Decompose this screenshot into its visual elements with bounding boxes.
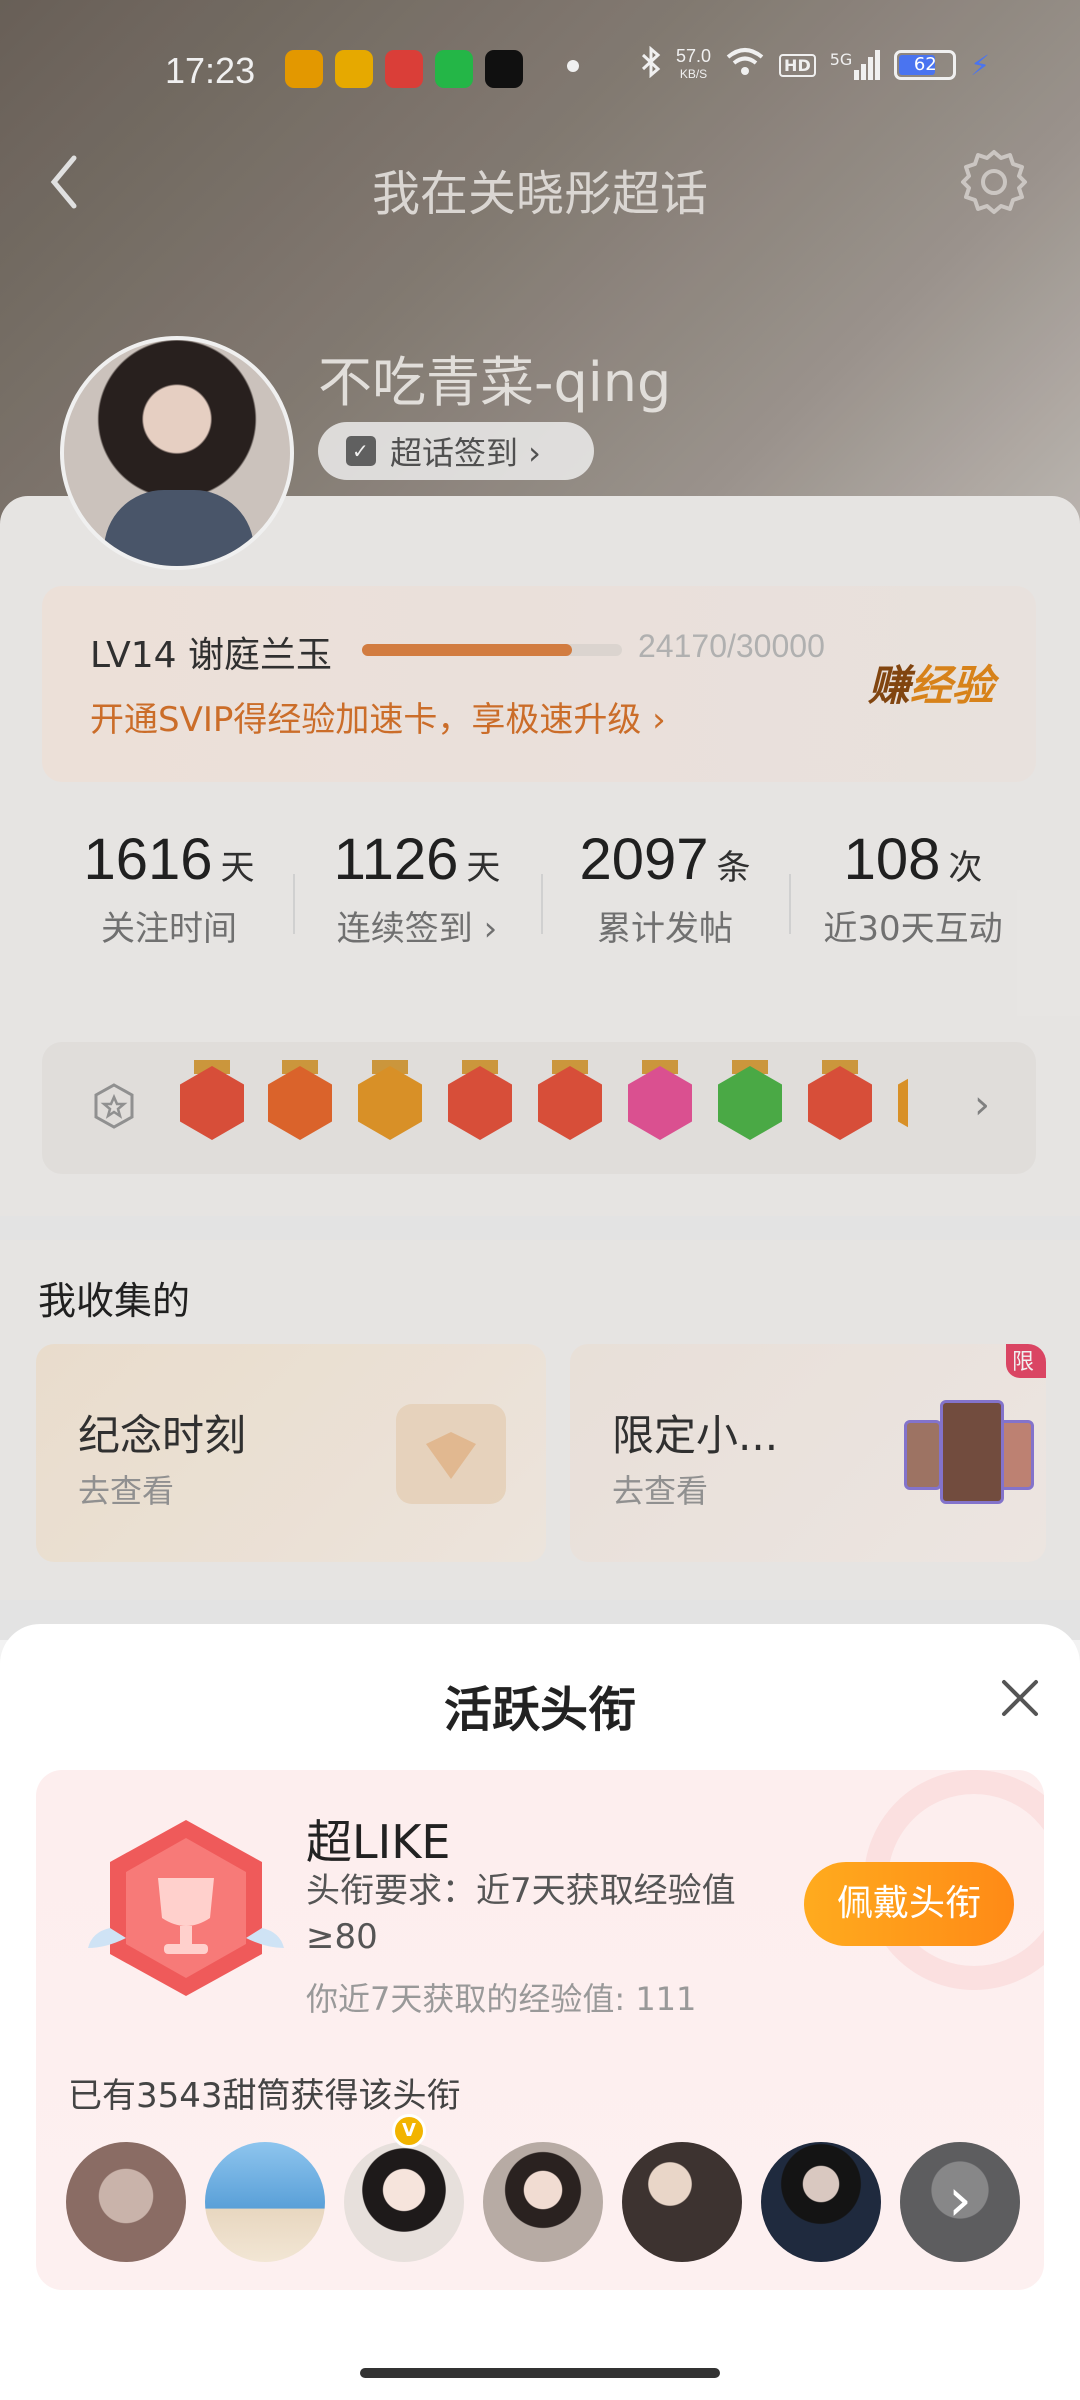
owner-avatar[interactable] bbox=[622, 2142, 742, 2262]
sheet-title: 活跃头衔 bbox=[443, 1682, 636, 1738]
verified-badge-icon: V bbox=[392, 2114, 426, 2148]
owner-avatar[interactable] bbox=[205, 2142, 325, 2262]
title-detail-card: 超LIKE 头衔要求：近7天获取经验值≥80 你近7天获取的经验值: 111 佩… bbox=[36, 1770, 1044, 2290]
owner-avatar[interactable] bbox=[761, 2142, 881, 2262]
my-exp-text: 你近7天获取的经验值: 111 bbox=[306, 1980, 697, 2018]
more-owners-button[interactable]: › bbox=[900, 2142, 1020, 2262]
home-indicator[interactable] bbox=[360, 2368, 720, 2378]
owner-avatar[interactable] bbox=[66, 2142, 186, 2262]
owner-avatar[interactable] bbox=[483, 2142, 603, 2262]
chevron-right-icon: › bbox=[900, 2142, 1020, 2262]
title-bottom-sheet: 活跃头衔 超LIKE 头衔要求：近7天获取经验值≥80 你近7天获取的经验值: … bbox=[0, 1624, 1080, 2400]
close-icon[interactable] bbox=[996, 1674, 1044, 1722]
owner-avatar[interactable] bbox=[344, 2142, 464, 2262]
wear-title-button[interactable]: 佩戴头衔 bbox=[804, 1862, 1014, 1946]
trophy-badge-icon bbox=[88, 1820, 284, 1996]
owners-count-text: 已有3543甜筒获得该头衔 bbox=[68, 2076, 461, 2116]
title-name: 超LIKE bbox=[306, 1815, 451, 1869]
battery-percent: 62 bbox=[913, 54, 937, 75]
title-requirement: 头衔要求：近7天获取经验值≥80 bbox=[306, 1871, 736, 1957]
overlay-scrim[interactable] bbox=[0, 0, 1080, 1640]
owner-avatars: › bbox=[66, 2142, 1020, 2262]
